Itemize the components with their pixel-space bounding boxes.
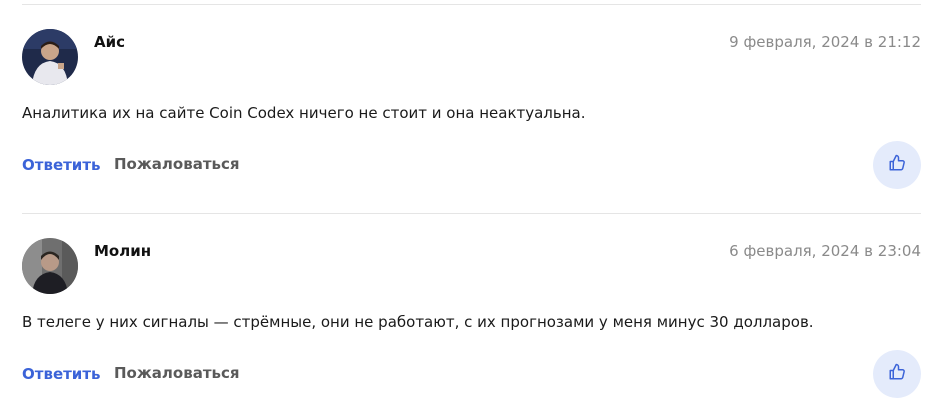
divider — [22, 213, 921, 214]
comment-text: Аналитика их на сайте Coin Codex ничего … — [22, 104, 586, 122]
comment-text: В телеге у них сигналы — стрёмные, они н… — [22, 313, 814, 331]
comment-author: Айс — [94, 33, 126, 51]
thumbs-up-icon — [888, 363, 906, 385]
thumbs-up-icon — [888, 154, 906, 176]
like-button[interactable] — [873, 141, 921, 189]
comment-date: 6 февраля, 2024 в 23:04 — [729, 242, 921, 260]
avatar — [22, 238, 78, 294]
reply-button[interactable]: Ответить — [22, 155, 101, 175]
report-button[interactable]: Пожаловаться — [114, 154, 240, 174]
avatar — [22, 29, 78, 85]
like-button[interactable] — [873, 350, 921, 398]
comment-author: Молин — [94, 242, 152, 260]
reply-button[interactable]: Ответить — [22, 364, 101, 384]
comment-item: Молин 6 февраля, 2024 в 23:04 В телеге у… — [22, 213, 921, 413]
report-button[interactable]: Пожаловаться — [114, 363, 240, 383]
comment-item: Айс 9 февраля, 2024 в 21:12 Аналитика их… — [22, 4, 921, 204]
divider — [22, 4, 921, 5]
comment-date: 9 февраля, 2024 в 21:12 — [729, 33, 921, 51]
